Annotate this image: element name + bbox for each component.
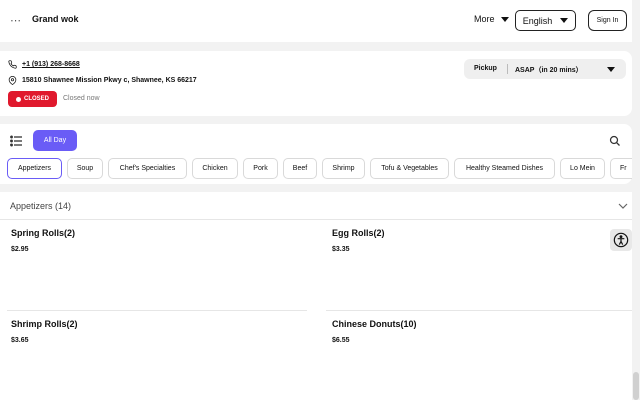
status-dot-icon	[15, 96, 21, 102]
caret-down-icon	[560, 18, 569, 23]
category-tab-pork[interactable]: Pork	[243, 158, 278, 179]
menu-item-price: $6.55	[332, 337, 350, 344]
phone-number[interactable]: +1 (913) 268-8668	[22, 61, 80, 68]
pickup-time-select[interactable]: Pickup ASAP（in 20 mins）	[464, 59, 626, 79]
menu-item-name[interactable]: Spring Rolls(2)	[11, 228, 75, 238]
accessibility-icon	[613, 232, 629, 248]
more-label: More	[474, 14, 495, 24]
category-tab-healthy-steamed-dishes[interactable]: Healthy Steamed Dishes	[454, 158, 555, 179]
menu-dots-icon[interactable]: ⋯	[10, 14, 22, 27]
category-tab-soup[interactable]: Soup	[67, 158, 103, 179]
category-tab-beef[interactable]: Beef	[283, 158, 317, 179]
divider	[7, 310, 307, 311]
language-select[interactable]: English	[515, 10, 576, 31]
category-tab-fr[interactable]: Fr	[610, 158, 632, 179]
address-row: 15810 Shawnee Mission Pkwy c, Shawnee, K…	[8, 76, 197, 85]
menu-item-name[interactable]: Egg Rolls(2)	[332, 228, 385, 238]
category-tabs: Appetizers Soup Chef's Specialties Chick…	[0, 158, 632, 179]
scrollbar[interactable]	[632, 0, 640, 400]
phone-row[interactable]: +1 (913) 268-8668	[8, 60, 80, 69]
scrollbar-thumb[interactable]	[633, 372, 639, 400]
category-tab-chicken[interactable]: Chicken	[192, 158, 238, 179]
category-tab-shrimp[interactable]: Shrimp	[322, 158, 365, 179]
menu-item-name[interactable]: Chinese Donuts(10)	[332, 319, 417, 329]
caret-down-icon	[500, 16, 509, 22]
daypart-tab-all-day[interactable]: All Day	[33, 130, 77, 151]
category-tab-tofu-vegetables[interactable]: Tofu & Vegetables	[370, 158, 449, 179]
language-label: English	[522, 15, 553, 26]
category-tab-lo-mein[interactable]: Lo Mein	[560, 158, 605, 179]
menu-section	[0, 192, 632, 400]
list-icon[interactable]	[9, 134, 25, 148]
status-text: Closed now	[63, 95, 100, 102]
sign-in-button[interactable]: Sign In	[588, 10, 627, 31]
category-tab-appetizers[interactable]: Appetizers	[7, 158, 62, 179]
address-text: 15810 Shawnee Mission Pkwy c, Shawnee, K…	[22, 77, 197, 84]
phone-icon	[8, 60, 17, 69]
location-pin-icon	[8, 76, 17, 85]
more-menu[interactable]: More	[474, 14, 509, 24]
divider	[326, 310, 632, 311]
status-badge: CLOSED	[8, 91, 57, 107]
chevron-down-icon[interactable]	[618, 202, 628, 210]
top-bar: ⋯ Grand wok More English Sign In	[0, 0, 640, 42]
brand-name[interactable]: Grand wok	[32, 14, 79, 24]
pickup-time: ASAP（in 20 mins）	[515, 67, 583, 74]
caret-down-icon	[607, 67, 615, 72]
menu-item-price: $3.65	[11, 337, 29, 344]
accessibility-button[interactable]	[610, 229, 632, 251]
status-badge-label: CLOSED	[23, 96, 49, 102]
menu-item-name[interactable]: Shrimp Rolls(2)	[11, 319, 78, 329]
menu-item-price: $2.95	[11, 246, 29, 253]
menu-item-price: $3.35	[332, 246, 350, 253]
divider	[507, 64, 508, 74]
pickup-label: Pickup	[474, 65, 497, 72]
search-icon[interactable]	[609, 135, 621, 147]
category-tab-chefs-specialties[interactable]: Chef's Specialties	[108, 158, 187, 179]
divider	[0, 219, 632, 220]
section-title[interactable]: Appetizers (14)	[10, 201, 71, 211]
